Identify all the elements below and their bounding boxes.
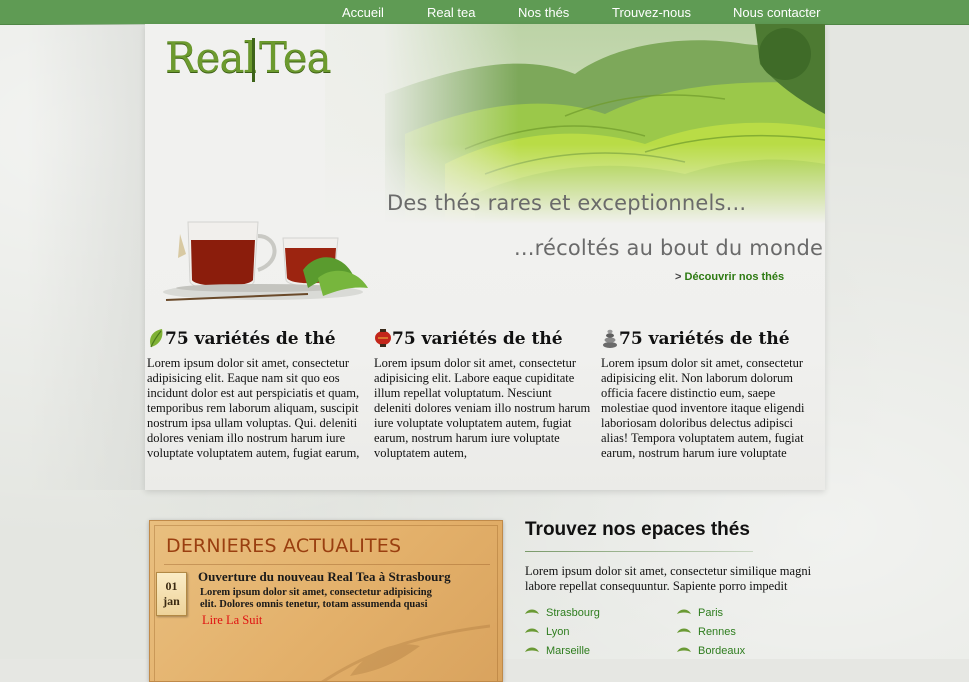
nav-item-nos-thes[interactable]: Nos thés [518, 0, 569, 24]
feature-column-2: 75 variétés de thé Lorem ipsum dolor sit… [374, 327, 592, 461]
leaf-bullet-icon [677, 647, 691, 652]
city-link-bordeaux[interactable]: Bordeaux [677, 645, 745, 657]
feature-title-3: 75 variétés de thé [601, 327, 819, 351]
leaf-bullet-icon [677, 628, 691, 633]
feature-text-3: Lorem ipsum dolor sit amet, consectetur … [601, 356, 805, 460]
find-spaces-description: Lorem ipsum dolor sit amet, consectetur … [525, 564, 812, 593]
city-link-lyon[interactable]: Lyon [525, 626, 569, 638]
news-title: DERNIERES ACTUALITES [166, 535, 402, 557]
hero-tagline-2: ...récoltés au bout du monde [514, 236, 824, 260]
lantern-icon [375, 329, 391, 347]
nav-item-trouvez-nous[interactable]: Trouvez-nous [612, 0, 691, 24]
news-headline[interactable]: Ouverture du nouveau Real Tea à Strasbou… [198, 569, 451, 585]
feature-column-3: 75 variétés de thé Lorem ipsum dolor sit… [601, 327, 819, 461]
nav-menu: Accueil Real tea Nos thés Trouvez-nous N… [0, 0, 969, 24]
leaf-bullet-icon [525, 609, 539, 614]
leaf-bullet-icon [525, 647, 539, 652]
city-name: Bordeaux [698, 645, 746, 657]
feature-text-2: Lorem ipsum dolor sit amet, consectetur … [374, 356, 591, 460]
stones-icon [603, 329, 617, 348]
city-link-paris[interactable]: Paris [677, 607, 723, 619]
news-date-badge: 01 jan [156, 572, 187, 616]
news-date-day: 01 [165, 579, 178, 593]
leaf-bullet-icon [677, 609, 691, 614]
feature-title-text-3: 75 variétés de thé [619, 329, 790, 349]
news-date-month: jan [163, 594, 180, 608]
news-divider [164, 564, 490, 565]
city-link-marseille[interactable]: Marseille [525, 645, 590, 657]
find-spaces-title: Trouvez nos epaces thés [525, 519, 750, 540]
read-more-link[interactable]: Lire La Suit [202, 613, 262, 628]
chevron-right-icon: > [675, 271, 682, 283]
discover-teas-link[interactable]: > Découvrir nos thés [675, 271, 784, 283]
city-link-rennes[interactable]: Rennes [677, 626, 736, 638]
logo-text-tea: Tea [259, 33, 332, 82]
nav-item-accueil[interactable]: Accueil [342, 0, 384, 24]
logo-text-real: Real [165, 33, 257, 82]
city-name: Paris [698, 607, 724, 619]
news-excerpt: Lorem ipsum dolor sit amet, consectetur … [200, 587, 432, 610]
logo-divider [252, 38, 255, 82]
side-shade [27, 24, 145, 490]
leaf-icon [150, 329, 163, 348]
nav-item-real-tea[interactable]: Real tea [427, 0, 475, 24]
tea-cups-image [163, 221, 368, 301]
find-spaces-divider [525, 551, 753, 552]
feature-title-text-1: 75 variétés de thé [165, 329, 336, 349]
nav-item-nous-contacter[interactable]: Nous contacter [733, 0, 820, 24]
city-name: Rennes [698, 626, 736, 638]
city-name: Strasbourg [546, 607, 600, 619]
bamboo-leaf-decoration [321, 624, 490, 681]
news-panel: DERNIERES ACTUALITES 01 jan Ouverture du… [149, 520, 503, 682]
discover-teas-label: Découvrir nos thés [684, 271, 785, 283]
hero-tagline-1: Des thés rares et exceptionnels... [387, 191, 747, 215]
top-navigation: Accueil Real tea Nos thés Trouvez-nous N… [0, 0, 969, 25]
feature-column-1: 75 variétés de thé Lorem ipsum dolor sit… [147, 327, 365, 461]
feature-title-2: 75 variétés de thé [374, 327, 592, 351]
city-name: Lyon [546, 626, 570, 638]
realtea-logo[interactable]: Real Tea [165, 32, 335, 84]
leaf-bullet-icon [525, 628, 539, 633]
feature-title-1: 75 variétés de thé [147, 327, 365, 351]
feature-text-1: Lorem ipsum dolor sit amet, consectetur … [147, 356, 360, 460]
city-link-strasbourg[interactable]: Strasbourg [525, 607, 600, 619]
city-name: Marseille [546, 645, 591, 657]
feature-title-text-2: 75 variétés de thé [392, 329, 563, 349]
